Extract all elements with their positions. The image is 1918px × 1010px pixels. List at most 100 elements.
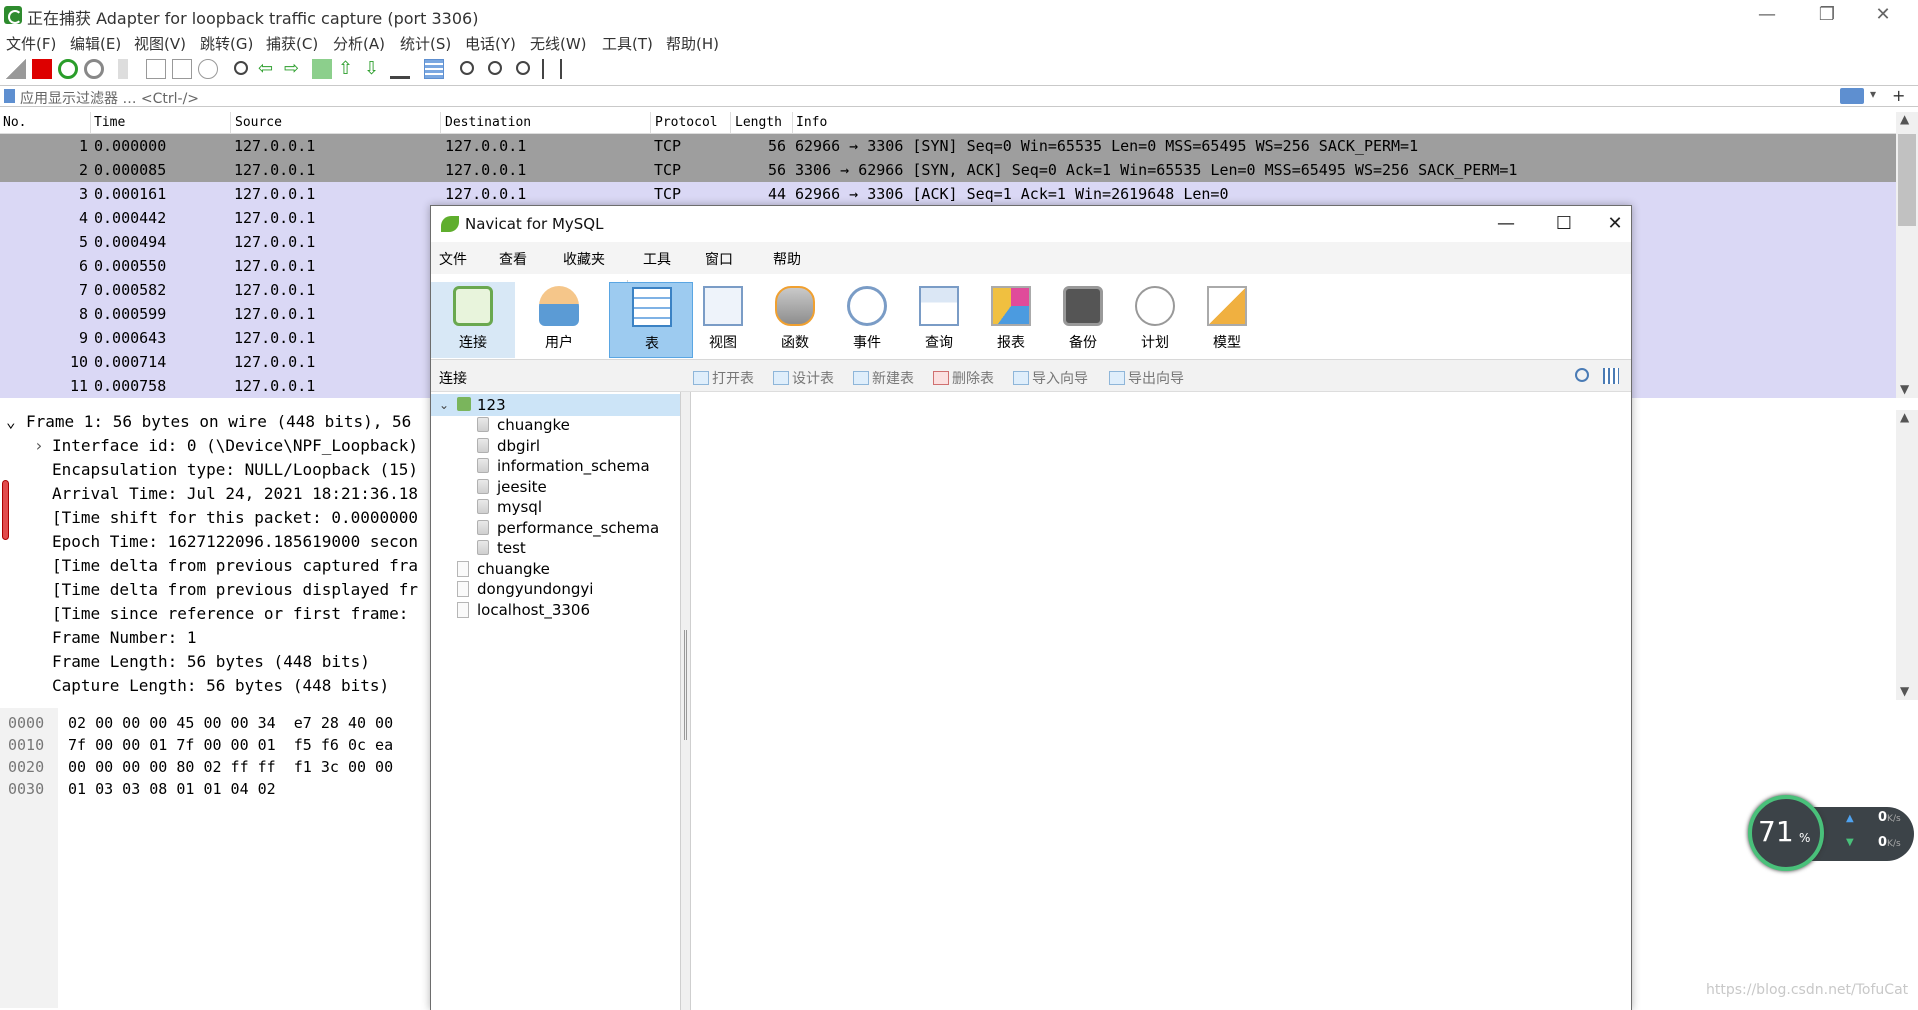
save-file-icon[interactable] (146, 59, 166, 79)
detail-line[interactable]: Capture Length: 56 bytes (448 bits) (52, 676, 389, 695)
shark-fin-icon[interactable] (6, 59, 26, 79)
navicat-maximize-button[interactable]: ☐ (1541, 211, 1587, 237)
first-packet-icon[interactable]: ⇧ (338, 59, 358, 79)
menu-file[interactable]: 文件(F) (6, 33, 56, 54)
column-time[interactable]: Time (94, 115, 125, 130)
search-icon[interactable] (1575, 368, 1589, 382)
detail-line[interactable]: [Time shift for this packet: 0.0000000 (52, 508, 418, 527)
hex-bytes[interactable]: 00 00 00 00 80 02 ff ff f1 3c 00 00 (68, 758, 393, 776)
go-forward-icon[interactable]: ⇨ (284, 59, 304, 79)
display-filter-input[interactable]: 应用显示过滤器 … <Ctrl-/> (20, 88, 199, 108)
ribbon-connection-button[interactable]: 连接 (431, 282, 515, 358)
find-packet-icon[interactable] (234, 61, 248, 75)
network-speed-widget[interactable]: ▲ 0K/s ▼ 0K/s 71 % (1748, 795, 1918, 875)
menu-statistics[interactable]: 统计(S) (400, 33, 451, 54)
column-info[interactable]: Info (796, 115, 827, 130)
menu-analyze[interactable]: 分析(A) (333, 33, 385, 54)
menu-go[interactable]: 跳转(G) (200, 33, 253, 54)
tree-connection-item[interactable]: localhost_3306 (431, 599, 680, 621)
minimize-button[interactable]: — (1744, 2, 1790, 28)
splitter-handle[interactable] (684, 630, 687, 740)
scroll-down-icon[interactable]: ▼ (1900, 684, 1909, 698)
menu-edit[interactable]: 编辑(E) (70, 33, 121, 54)
menu-capture[interactable]: 捕获(C) (266, 33, 318, 54)
column-protocol[interactable]: Protocol (655, 115, 718, 130)
nv-menu-window[interactable]: 窗口 (705, 249, 733, 269)
ribbon-model-button[interactable]: 模型 (1185, 282, 1269, 358)
menu-view[interactable]: 视图(V) (134, 33, 186, 54)
column-length[interactable]: Length (735, 115, 782, 130)
scroll-up-icon[interactable]: ▲ (1900, 410, 1909, 424)
tree-database-item[interactable]: mysql (431, 496, 680, 518)
detail-line[interactable]: Interface id: 0 (\Device\NPF_Loopback) (52, 436, 418, 455)
go-to-packet-icon[interactable] (312, 59, 332, 79)
tree-database-item[interactable]: performance_schema (431, 517, 680, 539)
column-no[interactable]: No. (3, 115, 26, 130)
table-row[interactable]: 2 0.000085 127.0.0.1 127.0.0.1 TCP 56 33… (0, 158, 1896, 182)
detail-line[interactable]: Encapsulation type: NULL/Loopback (15) (52, 460, 418, 479)
detail-line[interactable]: Arrival Time: Jul 24, 2021 18:21:36.18 (52, 484, 418, 503)
collapse-caret-icon[interactable]: › (34, 436, 44, 455)
nv-menu-view[interactable]: 查看 (499, 249, 527, 269)
normal-size-icon[interactable] (516, 61, 530, 75)
reload-icon[interactable] (198, 59, 218, 79)
capture-options-icon[interactable] (84, 59, 104, 79)
zoom-in-icon[interactable] (460, 61, 474, 75)
detail-scrollbar[interactable]: ▲ ▼ (1896, 410, 1918, 700)
open-file-icon[interactable] (118, 59, 128, 79)
autoscroll-icon[interactable] (390, 59, 410, 79)
close-button[interactable]: ✕ (1860, 2, 1906, 28)
tree-database-item[interactable]: chuangke (431, 414, 680, 436)
filter-dropdown-icon[interactable]: ▾ (1870, 87, 1876, 101)
export-wizard-button[interactable]: 导出向导 (1109, 368, 1184, 388)
table-row[interactable]: 3 0.000161 127.0.0.1 127.0.0.1 TCP 44 62… (0, 182, 1896, 206)
scroll-down-icon[interactable]: ▼ (1900, 382, 1909, 396)
delete-table-button[interactable]: 删除表 (933, 368, 994, 388)
design-table-button[interactable]: 设计表 (773, 368, 834, 388)
packet-list-scrollbar[interactable]: ▲ ▼ (1896, 112, 1918, 398)
new-table-button[interactable]: 新建表 (853, 368, 914, 388)
hex-bytes[interactable]: 02 00 00 00 45 00 00 34 e7 28 40 00 (68, 714, 393, 732)
chevron-down-icon[interactable]: ⌄ (439, 394, 449, 416)
last-packet-icon[interactable]: ⇩ (364, 59, 384, 79)
tree-connection-item[interactable]: chuangke (431, 558, 680, 580)
restart-capture-icon[interactable] (58, 59, 78, 79)
nv-menu-help[interactable]: 帮助 (773, 249, 801, 269)
tree-connection-item[interactable]: dongyundongyi (431, 578, 680, 600)
ribbon-user-button[interactable]: 用户 (517, 282, 601, 358)
close-file-icon[interactable] (172, 59, 192, 79)
detail-line[interactable]: Frame Length: 56 bytes (448 bits) (52, 652, 370, 671)
menu-wireless[interactable]: 无线(W) (530, 33, 587, 54)
tree-database-item[interactable]: jeesite (431, 476, 680, 498)
menu-help[interactable]: 帮助(H) (666, 33, 719, 54)
tree-database-item[interactable]: dbgirl (431, 435, 680, 457)
restore-button[interactable]: ❐ (1804, 2, 1850, 28)
menu-telephony[interactable]: 电话(Y) (465, 33, 516, 54)
detail-line[interactable]: Epoch Time: 1627122096.185619000 secon (52, 532, 418, 551)
add-filter-icon[interactable]: + (1892, 86, 1905, 105)
expand-caret-icon[interactable]: ⌄ (6, 412, 16, 431)
table-row[interactable]: 1 0.000000 127.0.0.1 127.0.0.1 TCP 56 62… (0, 134, 1896, 158)
apply-filter-icon[interactable] (1840, 88, 1864, 104)
menu-tools[interactable]: 工具(T) (602, 33, 653, 54)
detail-frame-line[interactable]: Frame 1: 56 bytes on wire (448 bits), 56 (26, 412, 411, 431)
import-wizard-button[interactable]: 导入向导 (1013, 368, 1088, 388)
detail-line[interactable]: [Time delta from previous captured fra (52, 556, 418, 575)
tree-database-item[interactable]: test (431, 537, 680, 559)
hex-bytes[interactable]: 01 03 03 08 01 01 04 02 (68, 780, 276, 798)
navicat-minimize-button[interactable]: — (1483, 211, 1529, 237)
column-destination[interactable]: Destination (445, 115, 531, 130)
display-filter-bar[interactable]: 应用显示过滤器 … <Ctrl-/> ▾ + (0, 85, 1918, 107)
scroll-up-icon[interactable]: ▲ (1900, 112, 1909, 126)
colorize-icon[interactable] (424, 59, 444, 79)
tree-connection-123[interactable]: ⌄ 123 (431, 394, 680, 416)
pane-splitter[interactable] (681, 392, 691, 1010)
stop-capture-icon[interactable] (32, 59, 52, 79)
column-source[interactable]: Source (235, 115, 282, 130)
hex-bytes[interactable]: 7f 00 00 01 7f 00 00 01 f5 f6 0c ea (68, 736, 393, 754)
go-back-icon[interactable]: ⇦ (258, 59, 278, 79)
detail-line[interactable]: Frame Number: 1 (52, 628, 197, 647)
scrollbar-thumb[interactable] (1898, 134, 1916, 226)
tree-database-item[interactable]: information_schema (431, 455, 680, 477)
bookmark-icon[interactable] (4, 89, 15, 103)
